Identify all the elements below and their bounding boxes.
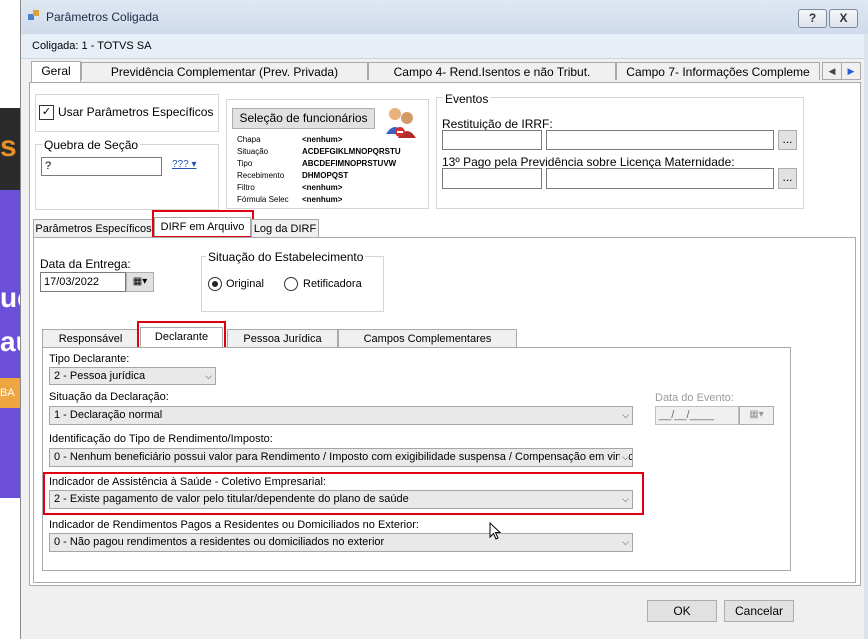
quebra-secao-picker[interactable]: ??? ▾ bbox=[172, 159, 197, 170]
window-edge bbox=[864, 34, 868, 639]
tipo-declarante-value: 2 - Pessoa jurídica bbox=[54, 370, 146, 382]
tab-campo4[interactable]: Campo 4- Rend.Isentos e não Tribut. bbox=[368, 62, 616, 80]
residentes-label: Indicador de Rendimentos Pagos a Residen… bbox=[49, 519, 419, 531]
filter-formula-value: <nenhum> bbox=[302, 195, 343, 204]
identificacao-select[interactable]: 0 - Nenhum beneficiário possui valor par… bbox=[49, 448, 633, 467]
decimo-desc-input[interactable] bbox=[546, 168, 774, 189]
radio-selected-dot bbox=[212, 281, 218, 287]
situacao-declaracao-value: 1 - Declaração normal bbox=[54, 409, 163, 421]
background-button: BA bbox=[0, 378, 20, 408]
restituicao-code-input[interactable] bbox=[442, 130, 542, 150]
quebra-secao-input[interactable]: ? bbox=[41, 157, 162, 176]
filter-recebimento-label: Recebimento bbox=[237, 171, 285, 180]
tipo-declarante-label: Tipo Declarante: bbox=[49, 353, 130, 365]
retificadora-radio[interactable] bbox=[284, 277, 298, 291]
filter-situacao-value: ACDEFGIKLMNOPQRSTU bbox=[302, 147, 401, 156]
close-button[interactable]: X bbox=[829, 9, 858, 28]
original-label: Original bbox=[226, 278, 264, 290]
chevron-down-icon: ⌵ bbox=[622, 537, 629, 547]
chevron-down-icon: ⌵ bbox=[205, 371, 212, 381]
dirf-tab-highlight bbox=[152, 210, 254, 238]
filter-situacao-label: Situação bbox=[237, 147, 269, 156]
tab-log-dirf[interactable]: Log da DIRF bbox=[251, 219, 319, 237]
help-button[interactable]: ? bbox=[798, 9, 827, 28]
mouse-cursor-icon bbox=[489, 522, 502, 540]
tab-pessoa-juridica[interactable]: Pessoa Jurídica bbox=[227, 329, 338, 347]
app-icon bbox=[28, 10, 39, 20]
eventos-box: Eventos Restituição de IRRF: ... 13º Pag… bbox=[436, 92, 804, 209]
selecao-funcionarios-button[interactable]: Seleção de funcionários bbox=[232, 108, 375, 129]
coligada-label: Coligada: 1 - TOTVS SA bbox=[32, 40, 152, 52]
assistencia-highlight bbox=[43, 472, 644, 515]
quebra-secao-box: Quebra de Seção ? ??? ▾ bbox=[35, 138, 219, 210]
data-evento-input[interactable]: __/__/____ bbox=[655, 406, 739, 425]
filter-tipo-value: ABCDEFIMNOPRSTUVW bbox=[302, 159, 397, 168]
restituicao-label: Restituição de IRRF: bbox=[442, 117, 553, 131]
decimo-label: 13º Pago pela Previdência sobre Licença … bbox=[442, 155, 735, 169]
filter-formula-label: Fórmula Selec bbox=[237, 195, 289, 204]
data-entrega-input[interactable]: 17/03/2022 bbox=[40, 272, 126, 292]
tab-geral[interactable]: Geral bbox=[31, 61, 81, 82]
quebra-picker-label: ??? bbox=[172, 159, 189, 170]
chevron-down-icon: ⌵ bbox=[622, 410, 629, 420]
tipo-declarante-select[interactable]: 2 - Pessoa jurídica ⌵ bbox=[49, 367, 216, 385]
usar-parametros-checkbox[interactable]: ✓ bbox=[39, 105, 54, 120]
filter-recebimento-value: DHMOPQST bbox=[302, 171, 349, 180]
tab-previdencia[interactable]: Previdência Complementar (Prev. Privada) bbox=[81, 62, 368, 80]
tab-parametros-especificos[interactable]: Parâmetros Específicos bbox=[33, 219, 154, 237]
data-evento-label: Data do Evento: bbox=[655, 392, 734, 404]
situacao-declaracao-select[interactable]: 1 - Declaração normal ⌵ bbox=[49, 406, 633, 425]
usar-parametros-label: Usar Parâmetros Específicos bbox=[58, 105, 214, 119]
tab-responsavel[interactable]: Responsável bbox=[42, 329, 139, 347]
decimo-code-input[interactable] bbox=[442, 168, 542, 189]
filter-tipo-label: Tipo bbox=[237, 159, 253, 168]
filter-chapa-label: Chapa bbox=[237, 135, 261, 144]
situacao-declaracao-label: Situação da Declaração: bbox=[49, 391, 169, 403]
tab-campos-complementares[interactable]: Campos Complementares bbox=[338, 329, 517, 347]
restituicao-desc-input[interactable] bbox=[546, 130, 774, 150]
geral-panel: ✓ Usar Parâmetros Específicos Quebra de … bbox=[29, 82, 861, 586]
data-entrega-label: Data da Entrega: bbox=[40, 257, 131, 271]
situacao-estab-title: Situação do Estabelecimento bbox=[206, 250, 366, 264]
coligada-bar: Coligada: 1 - TOTVS SA bbox=[21, 34, 868, 59]
restituicao-lookup-button[interactable]: ... bbox=[778, 130, 797, 150]
declarante-panel: Tipo Declarante: 2 - Pessoa jurídica ⌵ S… bbox=[42, 347, 791, 571]
situacao-estab-box: Situação do Estabelecimento Original Ret… bbox=[201, 250, 384, 312]
residentes-value: 0 - Não pagou rendimentos a residentes o… bbox=[54, 536, 385, 548]
identificacao-value: 0 - Nenhum beneficiário possui valor par… bbox=[54, 451, 633, 463]
filter-chapa-value: <nenhum> bbox=[302, 135, 343, 144]
identificacao-label: Identificação do Tipo de Rendimento/Impo… bbox=[49, 433, 273, 445]
title-bar: Parâmetros Coligada ? X bbox=[21, 0, 868, 34]
tab-scroll-right-icon[interactable]: ▶ bbox=[841, 62, 861, 80]
chevron-down-icon: ⌵ bbox=[620, 449, 629, 466]
filter-filtro-value: <nenhum> bbox=[302, 183, 343, 192]
users-icon bbox=[386, 108, 416, 138]
dirf-panel: Data da Entrega: 17/03/2022 ▦▾ Situação … bbox=[33, 237, 856, 583]
parametros-coligada-dialog: Parâmetros Coligada ? X Coligada: 1 - TO… bbox=[20, 0, 868, 639]
tab-campo7[interactable]: Campo 7- Informações Compleme bbox=[616, 62, 820, 80]
data-evento-calendar-icon[interactable]: ▦▾ bbox=[739, 406, 774, 425]
residentes-select[interactable]: 0 - Não pagou rendimentos a residentes o… bbox=[49, 533, 633, 552]
selecao-box: Seleção de funcionários Chapa <nenhum> S… bbox=[226, 99, 429, 209]
tab-scroll-left-icon[interactable]: ◀ bbox=[822, 62, 842, 80]
window-title: Parâmetros Coligada bbox=[46, 10, 159, 24]
decimo-lookup-button[interactable]: ... bbox=[778, 168, 797, 189]
ok-button[interactable]: OK bbox=[647, 600, 717, 622]
quebra-secao-label: Quebra de Seção bbox=[42, 138, 141, 152]
cancel-button[interactable]: Cancelar bbox=[724, 600, 794, 622]
original-radio[interactable] bbox=[208, 277, 222, 291]
usar-parametros-box: ✓ Usar Parâmetros Específicos bbox=[35, 94, 219, 132]
eventos-title: Eventos bbox=[443, 92, 491, 106]
filter-filtro-label: Filtro bbox=[237, 183, 255, 192]
calendar-icon[interactable]: ▦▾ bbox=[126, 272, 154, 292]
retificadora-label: Retificadora bbox=[303, 278, 362, 290]
